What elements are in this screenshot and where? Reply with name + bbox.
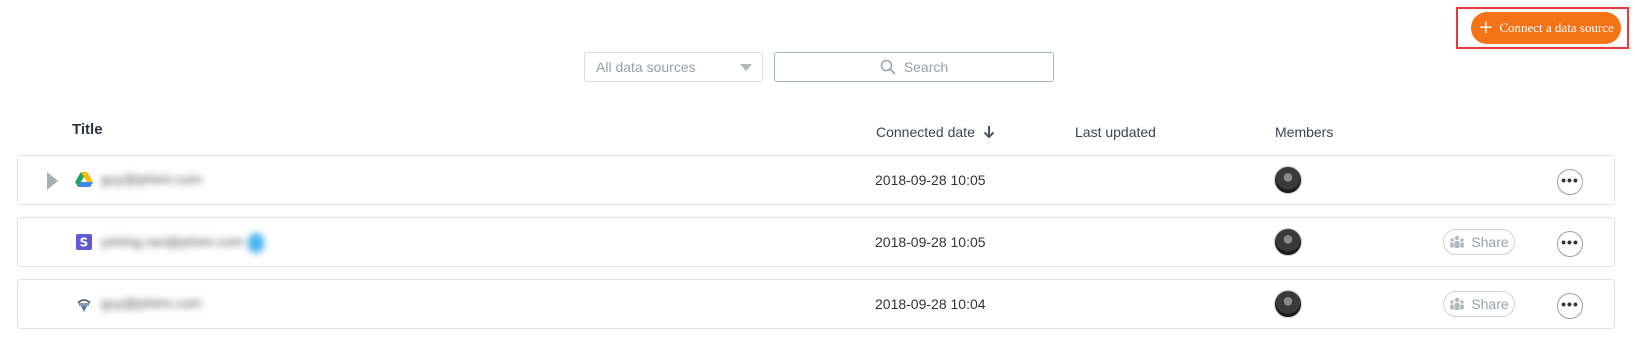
stripe-icon: S [76,234,92,250]
expand-arrow-icon[interactable] [47,172,58,190]
column-header-connected-date-label: Connected date [876,124,975,140]
people-icon [1450,235,1465,248]
search-placeholder: Search [903,59,949,75]
arrow-down-icon [983,126,995,139]
column-header-connected-date[interactable]: Connected date [876,124,995,140]
connect-data-source-label: Connect a data source [1499,20,1614,35]
share-button-label: Share [1471,296,1509,312]
more-icon: ••• [1561,233,1579,250]
people-icon [1450,297,1465,310]
more-options-button[interactable]: ••• [1557,231,1583,257]
row-connected-date: 2018-09-28 10:05 [875,234,986,250]
avatar [1274,290,1302,318]
chevron-down-icon [740,64,752,71]
column-header-last-updated: Last updated [1075,124,1156,140]
data-source-filter-value: All data sources [596,59,696,75]
column-header-title: Title [72,121,103,138]
more-options-button[interactable]: ••• [1557,169,1583,195]
avatar [1274,166,1302,194]
row-title-tag [247,233,264,253]
data-source-filter-select[interactable]: All data sources [584,52,763,82]
svg-text:S: S [80,236,89,250]
more-icon: ••• [1561,171,1579,188]
share-button-label: Share [1471,234,1509,250]
more-icon: ••• [1561,295,1579,312]
column-header-members: Members [1275,124,1334,140]
table-row[interactable]: guy@phimi.com 2018-09-28 10:05 ••• [17,155,1615,205]
row-title: guy@phimi.com [101,171,202,187]
google-drive-icon [75,172,93,187]
row-title-text: yiming.ran@phimi.com [101,233,244,250]
share-button[interactable]: Share [1443,291,1515,317]
share-button[interactable]: Share [1443,229,1515,255]
search-input[interactable]: Search [774,52,1054,82]
row-title: guy@phimi.com [101,295,202,311]
data-source-icon [77,299,91,312]
avatar [1274,228,1302,256]
plus-icon: + [1478,17,1494,38]
more-options-button[interactable]: ••• [1557,293,1583,319]
table-row[interactable]: S yiming.ran@phimi.com 2018-09-28 10:05 … [17,217,1615,267]
table-row[interactable]: guy@phimi.com 2018-09-28 10:04 Share ••• [17,279,1615,329]
row-title: yiming.ran@phimi.com [101,233,264,253]
row-connected-date: 2018-09-28 10:04 [875,296,986,312]
search-icon [880,59,896,75]
row-connected-date: 2018-09-28 10:05 [875,172,986,188]
connect-data-source-button[interactable]: + Connect a data source [1471,12,1621,44]
